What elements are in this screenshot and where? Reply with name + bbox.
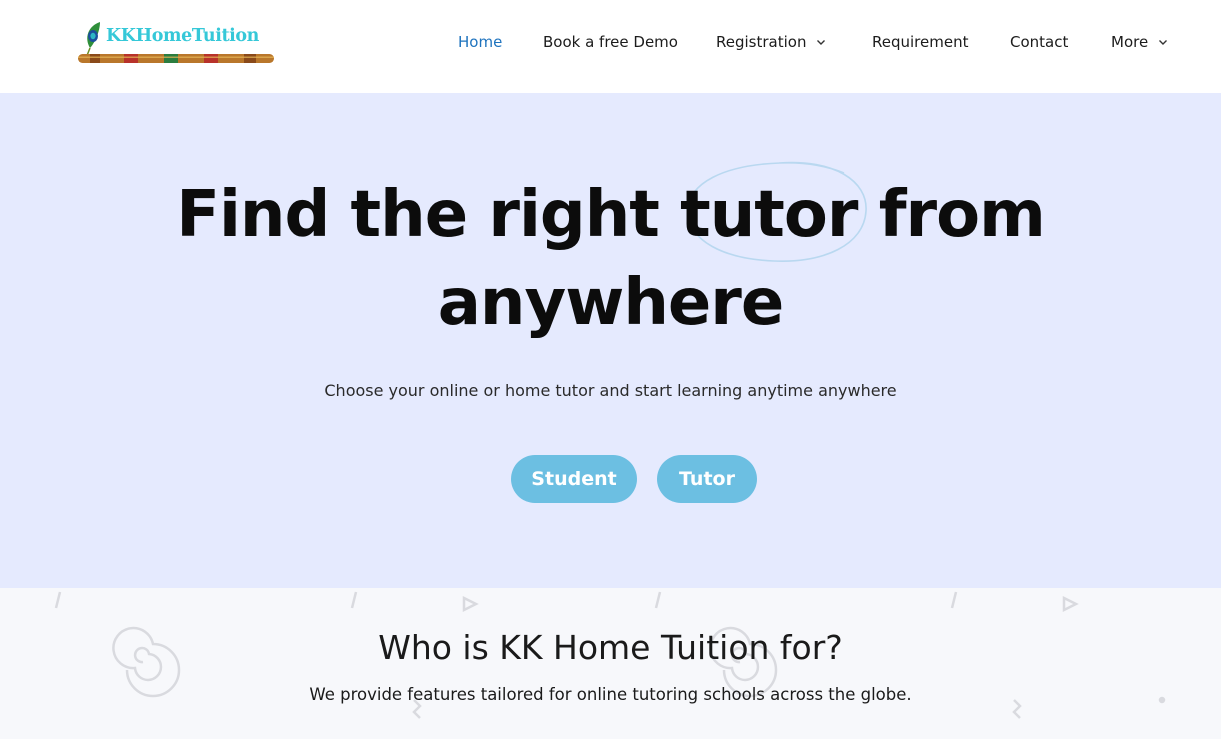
section-subtitle: We provide features tailored for online …	[309, 685, 912, 704]
hero-title-line-2: anywhere	[437, 266, 785, 340]
site-header: KKHomeTuition Home Book a free Demo Regi…	[0, 0, 1221, 93]
nav-item-label: Contact	[1010, 33, 1069, 51]
nav-item-label: Home	[458, 33, 503, 51]
audience-section: Who is KK Home Tuition for? We provide f…	[0, 588, 1221, 739]
nav-item-label: More	[1111, 33, 1149, 51]
student-button[interactable]: Student	[511, 455, 637, 503]
nav-item-more[interactable]: More	[1111, 33, 1168, 51]
hero-subtitle: Choose your online or home tutor and sta…	[324, 381, 897, 400]
nav-item-contact[interactable]: Contact	[1010, 33, 1068, 51]
nav-item-label: Book a free Demo	[543, 33, 678, 51]
section-title: Who is KK Home Tuition for?	[378, 628, 843, 667]
main-nav: Home Book a free Demo Registration Requi…	[0, 0, 1221, 86]
nav-item-home[interactable]: Home	[458, 33, 502, 51]
nav-item-book-demo[interactable]: Book a free Demo	[543, 33, 678, 51]
nav-item-registration[interactable]: Registration	[716, 33, 826, 51]
hero-title: Find the right tutor from anywhere	[0, 171, 1221, 347]
chevron-down-icon	[817, 40, 826, 45]
nav-item-requirement[interactable]: Requirement	[872, 33, 968, 51]
hero-title-line-1: Find the right tutor from	[176, 178, 1046, 252]
hero-section: Find the right tutor from anywhere Choos…	[0, 93, 1221, 588]
chevron-down-icon	[1159, 40, 1168, 45]
tutor-button[interactable]: Tutor	[657, 455, 757, 503]
nav-item-label: Registration	[716, 33, 807, 51]
nav-item-label: Requirement	[872, 33, 969, 51]
